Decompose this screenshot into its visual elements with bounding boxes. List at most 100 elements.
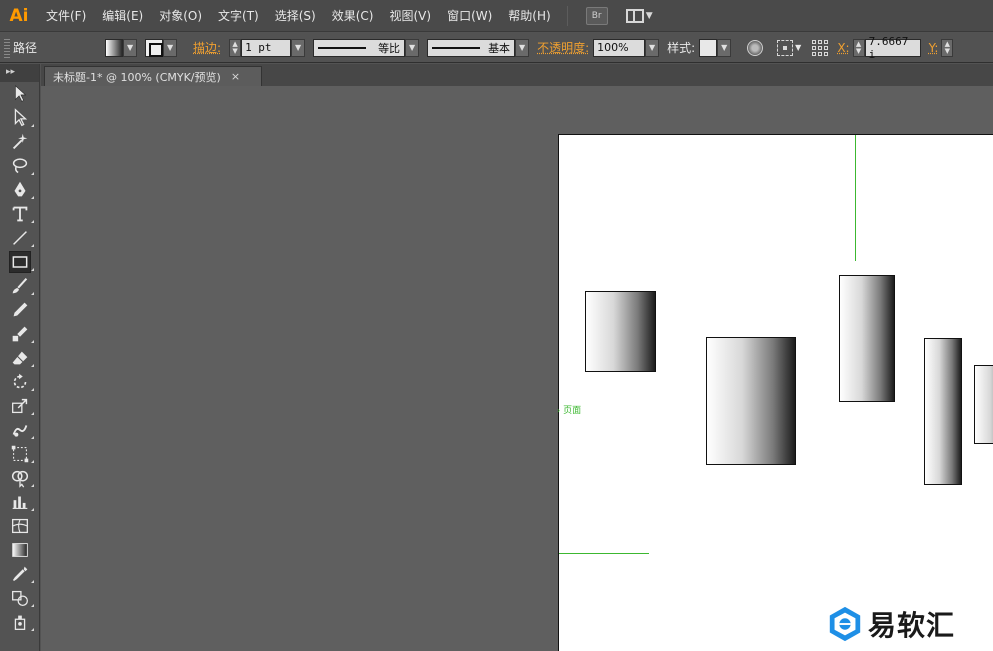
menu-divider (566, 5, 568, 26)
close-icon[interactable]: × (231, 70, 240, 83)
menu-select[interactable]: 选择(S) (267, 0, 324, 32)
stroke-swatch[interactable] (145, 38, 164, 57)
rotate-icon (13, 373, 27, 389)
pen-icon (14, 181, 26, 197)
x-field[interactable]: 7.6667 i (864, 35, 921, 61)
eraser-icon (12, 351, 28, 365)
x-label[interactable]: X: (837, 41, 849, 55)
flyout-indicator-icon (31, 388, 34, 391)
blob-brush-tool[interactable] (0, 322, 40, 346)
menu-view[interactable]: 视图(V) (381, 0, 439, 32)
stroke-weight-stepper[interactable]: ▲ ▼ (229, 38, 242, 57)
bridge-button[interactable]: Br (585, 6, 608, 25)
menu-effect[interactable]: 效果(C) (324, 0, 382, 32)
chevron-down-icon[interactable]: ▼ (717, 38, 732, 57)
stroke-label[interactable]: 描边: (193, 39, 221, 56)
chevron-down-icon[interactable]: ▼ (515, 38, 530, 57)
canvas-area[interactable]: › 页面 (41, 86, 993, 651)
gradient-rectangle[interactable] (974, 365, 993, 444)
rectangle-tool[interactable] (0, 250, 40, 274)
type-tool[interactable] (0, 202, 40, 226)
eraser-tool[interactable] (0, 346, 40, 370)
blend-tool[interactable] (0, 586, 40, 610)
artboard[interactable]: › 页面 (557, 134, 993, 651)
tools-panel-header[interactable]: ▸▸ (0, 64, 39, 82)
chevron-down-icon[interactable]: ▼ (291, 38, 306, 57)
brush-definition[interactable]: 基本 (427, 38, 516, 57)
gradient-rectangle[interactable] (585, 291, 656, 372)
tools-panel: ▸▸ (0, 64, 40, 651)
menu-type[interactable]: 文字(T) (210, 0, 267, 32)
pen-tool[interactable] (0, 178, 40, 202)
fill-swatch[interactable] (105, 38, 124, 57)
direct-selection-tool[interactable] (0, 106, 40, 130)
flyout-indicator-icon (31, 196, 34, 199)
warp-tool[interactable] (0, 418, 40, 442)
flyout-indicator-icon (31, 220, 34, 223)
menu-file[interactable]: 文件(F) (38, 0, 94, 32)
flyout-indicator-icon (31, 172, 34, 175)
tool-list (0, 82, 39, 634)
paintbrush-tool[interactable] (0, 274, 40, 298)
arrange-documents-button[interactable]: ▼ (625, 8, 653, 23)
smart-guide-horizontal (559, 553, 649, 554)
gradient-rectangle[interactable] (706, 337, 796, 465)
rotate-tool[interactable] (0, 370, 40, 394)
magic-wand-tool[interactable] (0, 130, 40, 154)
flyout-indicator-icon (31, 628, 34, 631)
gradient-rectangle[interactable] (839, 275, 895, 402)
chevron-down-icon: ▼ (645, 10, 653, 21)
chevron-down-icon[interactable]: ▼ (123, 38, 138, 57)
x-stepper[interactable]: ▲ ▼ (852, 38, 865, 57)
opacity-field[interactable]: 100% (593, 38, 646, 57)
document-tab[interactable]: 未标题-1* @ 100% (CMYK/预览) × (44, 66, 262, 86)
stroke-color-picker[interactable]: ▼ (145, 38, 178, 57)
selection-tool[interactable] (0, 82, 40, 106)
symbol-sprayer-icon (14, 615, 26, 630)
panel-grip-icon[interactable] (4, 37, 10, 58)
direct-selection-icon (14, 108, 28, 127)
app-logo: Ai (9, 5, 29, 26)
reference-point-icon[interactable] (811, 39, 829, 57)
fill-color-picker[interactable]: ▼ (105, 38, 138, 57)
menu-window[interactable]: 窗口(W) (439, 0, 500, 32)
profile-label: 等比 (378, 41, 401, 55)
chevron-down-icon[interactable]: ▼ (163, 38, 178, 57)
warp-icon (12, 425, 28, 437)
y-stepper[interactable]: ▲ ▼ (941, 38, 954, 57)
opacity-label[interactable]: 不透明度: (537, 39, 589, 56)
flyout-indicator-icon (31, 364, 34, 367)
flyout-indicator-icon (31, 580, 34, 583)
menu-object[interactable]: 对象(O) (151, 0, 210, 32)
shape-builder-tool[interactable] (0, 466, 40, 490)
gradient-tool[interactable] (0, 538, 40, 562)
flyout-indicator-icon (31, 604, 34, 607)
scale-tool[interactable] (0, 394, 40, 418)
flyout-indicator-icon (31, 412, 34, 415)
chevron-down-icon[interactable]: ▼ (645, 38, 660, 57)
chevron-down-icon[interactable]: ▼ (795, 43, 801, 52)
graphic-style-picker[interactable]: ▼ (699, 38, 732, 57)
flyout-indicator-icon (31, 436, 34, 439)
mesh-tool[interactable] (0, 514, 40, 538)
pencil-tool[interactable] (0, 298, 40, 322)
stroke-weight-field[interactable]: 1 pt (241, 38, 292, 57)
variable-width-profile[interactable]: 等比 (313, 38, 406, 57)
document-tab-title: 未标题-1* @ 100% (CMYK/预览) (53, 70, 221, 84)
recolor-artwork-icon[interactable] (747, 39, 764, 56)
gradient-rectangle[interactable] (924, 338, 962, 485)
eyedropper-tool[interactable] (0, 562, 40, 586)
menu-edit[interactable]: 编辑(E) (94, 0, 151, 32)
y-label[interactable]: Y: (929, 41, 939, 55)
symbol-sprayer-tool[interactable] (0, 610, 40, 634)
graph-tool[interactable] (0, 490, 40, 514)
line-segment-tool[interactable] (0, 226, 40, 250)
control-bar: 路径 ▼ ▼ 描边: ▲ ▼ 1 pt ▼ 等比 ▼ 基本 ▼ 不透明度: 100… (0, 33, 993, 63)
free-transform-tool[interactable] (0, 442, 40, 466)
lasso-tool[interactable] (0, 154, 40, 178)
style-swatch[interactable] (699, 38, 718, 57)
align-to-selection-icon[interactable] (777, 39, 794, 56)
menu-help[interactable]: 帮助(H) (500, 0, 558, 32)
chevron-down-icon[interactable]: ▼ (405, 38, 420, 57)
watermark: 易软汇 (826, 604, 955, 644)
